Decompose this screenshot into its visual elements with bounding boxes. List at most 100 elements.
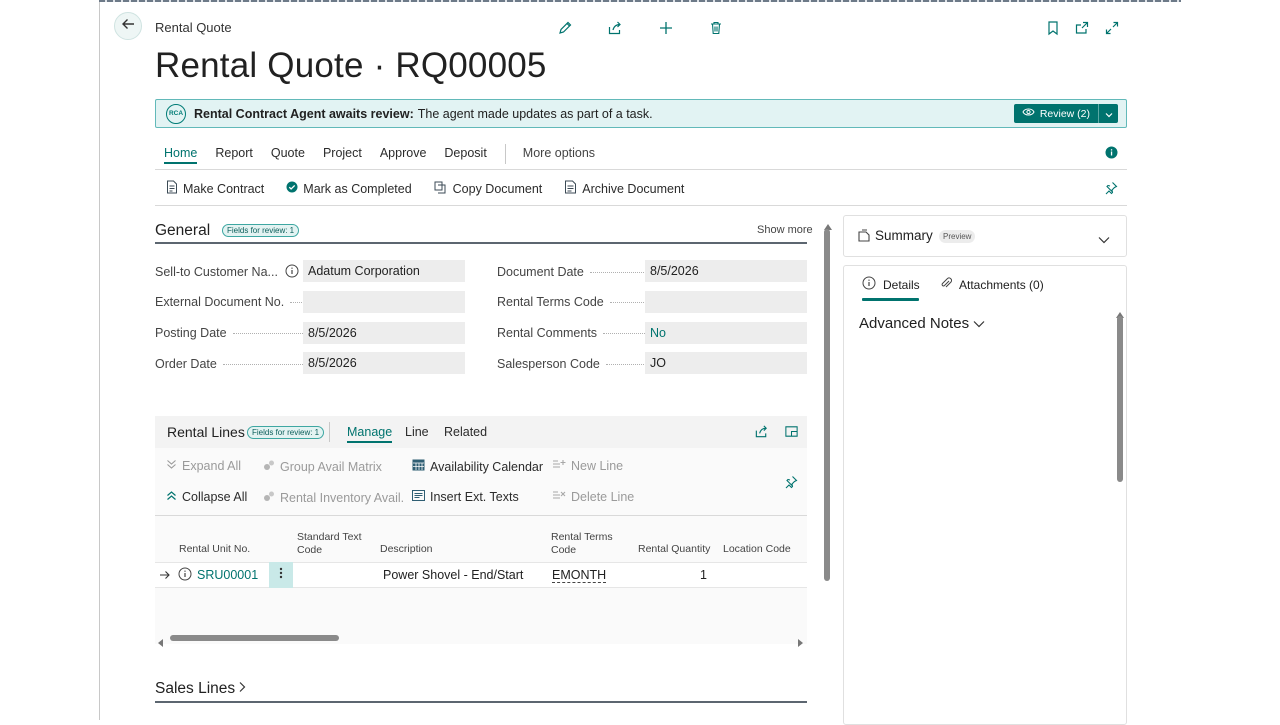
col-standard-text-line2: Code: [297, 543, 323, 556]
scroll-left-arrow[interactable]: [158, 634, 164, 652]
open-page-icon[interactable]: [784, 424, 799, 444]
tab-attachments[interactable]: Attachments (0): [940, 276, 1044, 293]
chevron-double-up-icon: [166, 490, 177, 504]
tab-quote[interactable]: Quote: [271, 146, 305, 164]
advanced-notes-header[interactable]: Advanced Notes: [859, 315, 985, 332]
expand-all-button[interactable]: Expand All: [166, 459, 241, 473]
delete-line-icon: [552, 490, 566, 504]
posting-date-field[interactable]: 8/5/2026: [303, 322, 465, 344]
col-standard-text-line1: Standard Text: [297, 531, 362, 543]
document-date-field[interactable]: 8/5/2026: [645, 260, 807, 282]
mark-completed-button[interactable]: Mark as Completed: [286, 180, 412, 197]
fields-review-badge[interactable]: Fields for review: 1: [222, 224, 300, 237]
info-outline-icon: [862, 276, 876, 293]
bookmark-icon[interactable]: [1042, 17, 1064, 39]
col-description[interactable]: Description: [380, 543, 433, 556]
rental-comments-label-text: Rental Comments: [497, 326, 598, 340]
rental-comments-field[interactable]: No: [645, 322, 807, 344]
rental-terms-field[interactable]: [645, 291, 807, 313]
archive-document-button[interactable]: Archive Document: [564, 180, 684, 197]
tab-report[interactable]: Report: [215, 146, 253, 164]
sell-to-customer-field[interactable]: Adatum Corporation: [303, 260, 465, 282]
delete-icon[interactable]: [705, 17, 727, 39]
col-rental-unit-no[interactable]: Rental Unit No.: [179, 543, 250, 556]
rental-lines-review-badge[interactable]: Fields for review: 1: [247, 426, 325, 439]
leader-dots: [603, 332, 646, 334]
tab-project[interactable]: Project: [323, 146, 362, 164]
posting-date-label-text: Posting Date: [155, 326, 227, 340]
leader-dots: [605, 363, 648, 365]
row-terms-code[interactable]: EMONTH: [552, 568, 607, 583]
tab-home[interactable]: Home: [164, 146, 198, 164]
insert-ext-texts-label: Insert Ext. Texts: [430, 490, 519, 504]
col-rental-quantity[interactable]: Rental Quantity: [638, 543, 710, 556]
rental-inventory-button[interactable]: Rental Inventory Avail.: [263, 490, 404, 505]
chevron-double-down-icon: [166, 459, 177, 473]
horizontal-scrollbar-thumb[interactable]: [170, 635, 339, 641]
add-icon[interactable]: [655, 17, 677, 39]
row-info-icon[interactable]: [178, 567, 192, 586]
pin-lines-icon[interactable]: [784, 475, 798, 494]
tab-attachments-label: Attachments (0): [959, 277, 1044, 292]
expand-icon[interactable]: [1101, 17, 1123, 39]
share-lines-icon[interactable]: [754, 424, 769, 444]
row-description[interactable]: Power Shovel - End/Start: [383, 568, 523, 582]
group-avail-button[interactable]: Group Avail Matrix: [263, 459, 382, 474]
more-vertical-icon: [279, 566, 283, 584]
scroll-right-arrow[interactable]: [797, 634, 803, 652]
tab-line[interactable]: Line: [405, 425, 429, 439]
page-title: Rental Quote · RQ00005: [155, 46, 547, 85]
availability-calendar-button[interactable]: Availability Calendar: [412, 459, 543, 474]
lines-actions-divider: [155, 515, 807, 516]
document-date-label: Document Date: [497, 265, 644, 279]
tab-related[interactable]: Related: [444, 425, 487, 439]
col-terms-line1: Rental Terms: [551, 531, 613, 543]
tab-details[interactable]: Details: [862, 276, 920, 293]
review-dropdown-button[interactable]: [1098, 104, 1118, 123]
rental-lines-title[interactable]: Rental Lines: [167, 424, 245, 440]
tab-more-options[interactable]: More options: [523, 146, 595, 164]
edit-icon[interactable]: [554, 17, 576, 39]
group-icon: [263, 459, 275, 474]
chevron-down-icon[interactable]: [1098, 231, 1110, 249]
banner-text: The agent made updates as part of a task…: [417, 106, 653, 121]
row-quantity[interactable]: 1: [700, 568, 707, 582]
make-contract-button[interactable]: Make Contract: [166, 180, 264, 197]
pin-icon[interactable]: [1104, 181, 1118, 200]
chevron-down-icon: [973, 315, 985, 332]
row-unit-no-link[interactable]: SRU00001: [197, 568, 258, 582]
tab-manage[interactable]: Manage: [347, 425, 393, 443]
sales-lines-section[interactable]: Sales Lines: [155, 680, 246, 698]
review-button[interactable]: Review (2): [1013, 104, 1098, 123]
salesperson-code-field[interactable]: JO: [645, 352, 807, 374]
checkmark-circle-icon: [286, 181, 298, 196]
tab-approve[interactable]: Approve: [380, 146, 427, 164]
factbox-scrollbar-thumb[interactable]: [1117, 316, 1123, 482]
col-rental-terms-code[interactable]: Rental Terms Code: [551, 531, 613, 556]
summary-icon: [857, 229, 871, 248]
row-actions-button[interactable]: [269, 562, 293, 588]
collapse-all-button[interactable]: Collapse All: [166, 490, 247, 504]
info-icon[interactable]: [1105, 146, 1118, 164]
external-doc-field[interactable]: [303, 291, 465, 313]
col-location-code[interactable]: Location Code: [723, 543, 791, 556]
show-more-link[interactable]: Show more: [757, 224, 813, 236]
order-date-field[interactable]: 8/5/2026: [303, 352, 465, 374]
delete-line-button[interactable]: Delete Line: [552, 490, 634, 504]
vertical-scrollbar-thumb[interactable]: [824, 229, 830, 581]
general-section-title[interactable]: General: [155, 222, 210, 240]
new-line-button[interactable]: New Line: [552, 459, 623, 473]
calendar-icon: [412, 459, 425, 474]
share-icon[interactable]: [604, 17, 626, 39]
agent-review-banner: RCA Rental Contract Agent awaits review:…: [155, 99, 1127, 128]
open-new-window-icon[interactable]: [1071, 17, 1093, 39]
insert-ext-texts-button[interactable]: Insert Ext. Texts: [412, 490, 519, 504]
info-circle-icon[interactable]: [285, 264, 299, 283]
copy-document-button[interactable]: Copy Document: [434, 180, 542, 197]
col-standard-text-code[interactable]: Standard Text Code: [297, 531, 362, 556]
col-terms-line2: Code: [551, 543, 577, 556]
back-button[interactable]: [114, 12, 142, 40]
availability-calendar-label: Availability Calendar: [430, 459, 544, 474]
tab-deposit[interactable]: Deposit: [444, 146, 486, 164]
leader-dots: [609, 301, 644, 303]
